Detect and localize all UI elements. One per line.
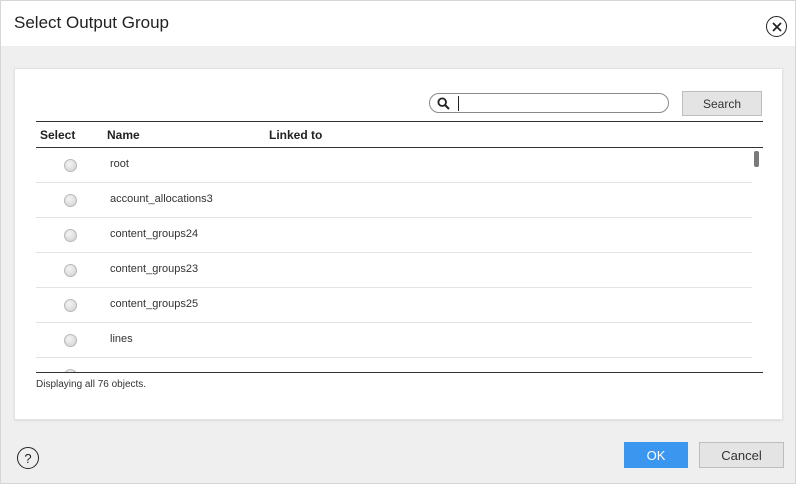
status-text: Displaying all 76 objects.	[36, 379, 147, 390]
help-icon[interactable]: ?	[17, 447, 39, 469]
row-name: lines	[110, 333, 133, 345]
table-row-partial[interactable]	[36, 358, 752, 372]
search-input[interactable]	[458, 96, 658, 111]
column-header-linked-to: Linked to	[269, 128, 323, 142]
column-header-name: Name	[107, 128, 140, 142]
search-button[interactable]: Search	[682, 91, 762, 116]
row-name: account_allocations3	[110, 193, 213, 205]
row-name: root	[110, 158, 129, 170]
row-select-radio[interactable]	[64, 264, 77, 277]
select-output-group-dialog: Select Output Group Search Select Name L…	[0, 0, 796, 484]
table-row[interactable]: root	[36, 148, 752, 183]
row-select-radio[interactable]	[64, 299, 77, 312]
ok-button[interactable]: OK	[624, 442, 688, 468]
table-row[interactable]: content_groups25	[36, 288, 752, 323]
column-header-select: Select	[40, 128, 76, 142]
cancel-button[interactable]: Cancel	[699, 442, 784, 468]
table-row[interactable]: content_groups23	[36, 253, 752, 288]
row-select-radio[interactable]	[64, 159, 77, 172]
row-select-radio[interactable]	[64, 229, 77, 242]
table-footer-divider	[36, 372, 763, 373]
row-name: content_groups25	[110, 298, 199, 310]
close-button[interactable]	[766, 16, 787, 37]
table-row[interactable]: content_groups24	[36, 218, 752, 253]
table-row[interactable]: lines	[36, 323, 752, 358]
table-row[interactable]: account_allocations3	[36, 183, 752, 218]
search-icon	[437, 97, 450, 110]
row-name: content_groups23	[110, 263, 199, 275]
row-name: content_groups24	[110, 228, 199, 240]
row-select-radio[interactable]	[64, 334, 77, 347]
table-body[interactable]: root account_allocations3 content_groups…	[36, 148, 763, 372]
search-box[interactable]	[429, 93, 669, 113]
close-icon	[771, 21, 782, 32]
scrollbar-thumb[interactable]	[754, 151, 759, 167]
row-select-radio[interactable]	[64, 194, 77, 207]
content-panel: Search Select Name Linked to root accoun…	[14, 68, 783, 420]
dialog-header: Select Output Group	[1, 1, 795, 46]
table-header: Select Name Linked to	[36, 121, 763, 148]
dialog-title: Select Output Group	[14, 13, 169, 32]
